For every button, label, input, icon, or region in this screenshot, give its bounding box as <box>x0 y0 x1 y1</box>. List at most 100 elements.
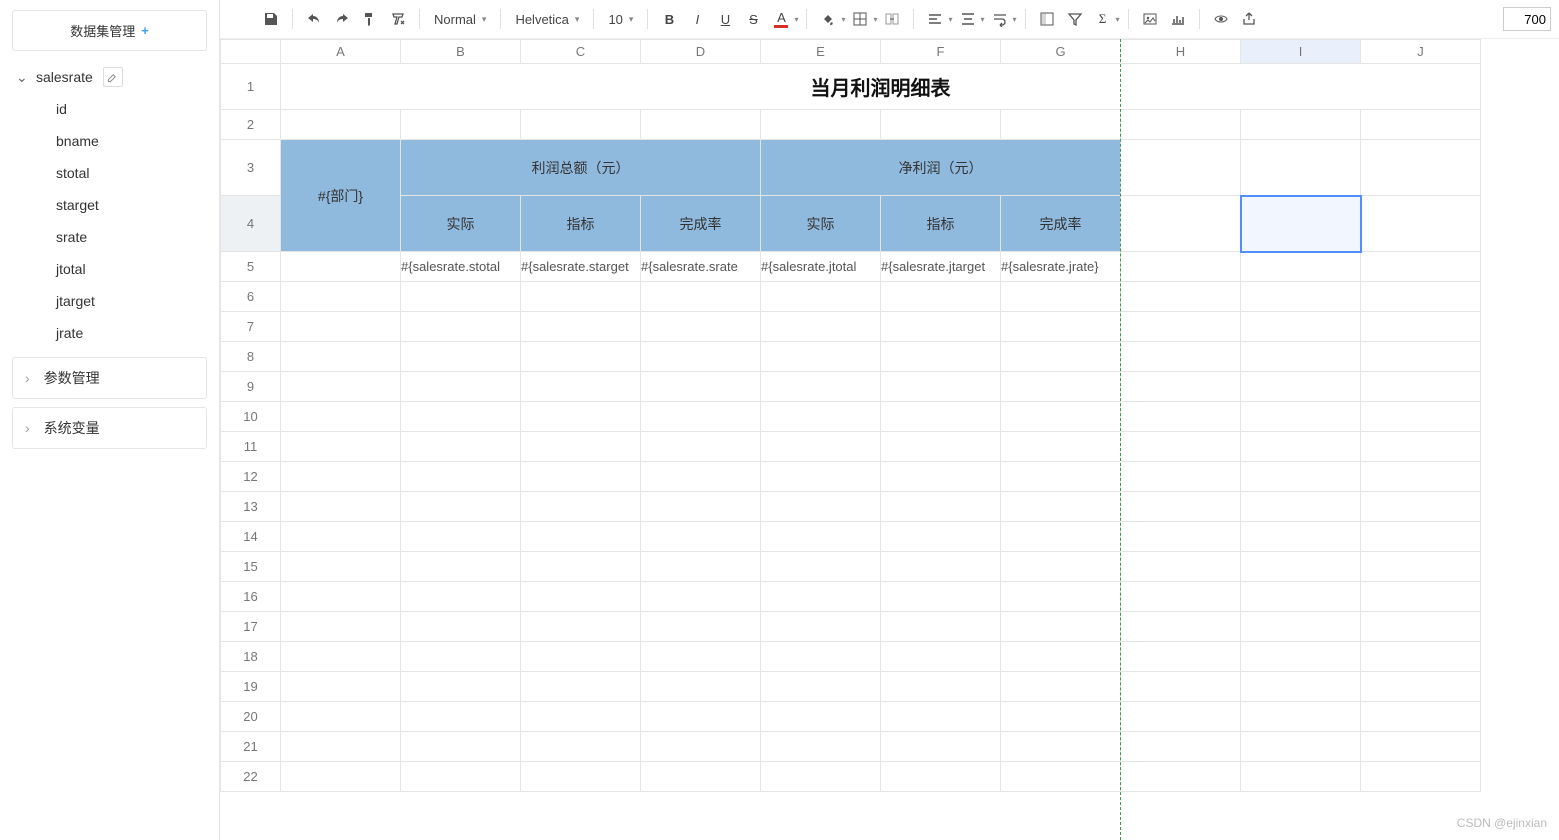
cell-J5[interactable] <box>1361 252 1481 282</box>
cell-H12[interactable] <box>1121 462 1241 492</box>
cell-F8[interactable] <box>881 342 1001 372</box>
tree-leaf-id[interactable]: id <box>8 93 211 125</box>
edit-icon[interactable] <box>103 67 123 87</box>
col-header-B[interactable]: B <box>401 40 521 64</box>
cell-C22[interactable] <box>521 762 641 792</box>
cell-C9[interactable] <box>521 372 641 402</box>
row-header-21[interactable]: 21 <box>221 732 281 762</box>
cell-H2[interactable] <box>1121 110 1241 140</box>
col-header-G[interactable]: G <box>1001 40 1121 64</box>
cell-A16[interactable] <box>281 582 401 612</box>
cell-E2[interactable] <box>761 110 881 140</box>
cell-E14[interactable] <box>761 522 881 552</box>
cell-B20[interactable] <box>401 702 521 732</box>
row-header-17[interactable]: 17 <box>221 612 281 642</box>
cell-F15[interactable] <box>881 552 1001 582</box>
row-header-7[interactable]: 7 <box>221 312 281 342</box>
style-dropdown[interactable]: Normal▾ <box>428 6 492 32</box>
cell-G7[interactable] <box>1001 312 1121 342</box>
add-dataset-icon[interactable]: + <box>141 23 149 38</box>
cell-F22[interactable] <box>881 762 1001 792</box>
cell-G22[interactable] <box>1001 762 1121 792</box>
col-header-J[interactable]: J <box>1361 40 1481 64</box>
cell-B9[interactable] <box>401 372 521 402</box>
bold-icon[interactable]: B <box>656 6 682 32</box>
cell-J12[interactable] <box>1361 462 1481 492</box>
col-header-H[interactable]: H <box>1121 40 1241 64</box>
cell-F14[interactable] <box>881 522 1001 552</box>
cell-B12[interactable] <box>401 462 521 492</box>
cell-H15[interactable] <box>1121 552 1241 582</box>
align-v-icon[interactable] <box>955 6 981 32</box>
cell-D11[interactable] <box>641 432 761 462</box>
cell-E20[interactable] <box>761 702 881 732</box>
cell-E13[interactable] <box>761 492 881 522</box>
zoom-input[interactable] <box>1503 7 1551 31</box>
cell-C18[interactable] <box>521 642 641 672</box>
corner-cell[interactable] <box>221 40 281 64</box>
cell-H17[interactable] <box>1121 612 1241 642</box>
cell-B16[interactable] <box>401 582 521 612</box>
align-h-icon[interactable] <box>922 6 948 32</box>
cell-I13[interactable] <box>1241 492 1361 522</box>
cell-C16[interactable] <box>521 582 641 612</box>
formula-icon[interactable]: Σ <box>1090 6 1116 32</box>
cell-C17[interactable] <box>521 612 641 642</box>
cell-J10[interactable] <box>1361 402 1481 432</box>
cell-A11[interactable] <box>281 432 401 462</box>
cell-G9[interactable] <box>1001 372 1121 402</box>
cell-C8[interactable] <box>521 342 641 372</box>
cell-G8[interactable] <box>1001 342 1121 372</box>
col-header-F[interactable]: F <box>881 40 1001 64</box>
cell-C14[interactable] <box>521 522 641 552</box>
cell-I4[interactable] <box>1241 196 1361 252</box>
cell-I16[interactable] <box>1241 582 1361 612</box>
cell-D21[interactable] <box>641 732 761 762</box>
cell-B8[interactable] <box>401 342 521 372</box>
cell-D12[interactable] <box>641 462 761 492</box>
cell-E15[interactable] <box>761 552 881 582</box>
strikethrough-icon[interactable]: S <box>740 6 766 32</box>
freeze-icon[interactable] <box>1034 6 1060 32</box>
cell-D17[interactable] <box>641 612 761 642</box>
cell-E10[interactable] <box>761 402 881 432</box>
cell-H8[interactable] <box>1121 342 1241 372</box>
tree-node-salesrate[interactable]: ⌄ salesrate <box>8 61 211 93</box>
cell-D18[interactable] <box>641 642 761 672</box>
cell-I9[interactable] <box>1241 372 1361 402</box>
cell-E7[interactable] <box>761 312 881 342</box>
filter-icon[interactable] <box>1062 6 1088 32</box>
cell-G10[interactable] <box>1001 402 1121 432</box>
cell-F17[interactable] <box>881 612 1001 642</box>
cell-C2[interactable] <box>521 110 641 140</box>
tree-leaf-starget[interactable]: starget <box>8 189 211 221</box>
cell-G19[interactable] <box>1001 672 1121 702</box>
row-header-9[interactable]: 9 <box>221 372 281 402</box>
cell-D13[interactable] <box>641 492 761 522</box>
cell-F18[interactable] <box>881 642 1001 672</box>
cell-J14[interactable] <box>1361 522 1481 552</box>
redo-icon[interactable] <box>329 6 355 32</box>
cell-E19[interactable] <box>761 672 881 702</box>
tree-leaf-srate[interactable]: srate <box>8 221 211 253</box>
cell-H20[interactable] <box>1121 702 1241 732</box>
cell-H21[interactable] <box>1121 732 1241 762</box>
cell-D9[interactable] <box>641 372 761 402</box>
chart-icon[interactable] <box>1165 6 1191 32</box>
row-header-18[interactable]: 18 <box>221 642 281 672</box>
cell-G2[interactable] <box>1001 110 1121 140</box>
cell-F7[interactable] <box>881 312 1001 342</box>
cell-G5[interactable]: #{salesrate.jrate} <box>1001 252 1121 282</box>
cell-I10[interactable] <box>1241 402 1361 432</box>
cell-I6[interactable] <box>1241 282 1361 312</box>
cell-A19[interactable] <box>281 672 401 702</box>
row-header-20[interactable]: 20 <box>221 702 281 732</box>
cell-F9[interactable] <box>881 372 1001 402</box>
cell-C19[interactable] <box>521 672 641 702</box>
cell-I21[interactable] <box>1241 732 1361 762</box>
subheader-3[interactable]: 实际 <box>761 196 881 252</box>
cell-J22[interactable] <box>1361 762 1481 792</box>
cell-B18[interactable] <box>401 642 521 672</box>
cell-J20[interactable] <box>1361 702 1481 732</box>
cell-J21[interactable] <box>1361 732 1481 762</box>
